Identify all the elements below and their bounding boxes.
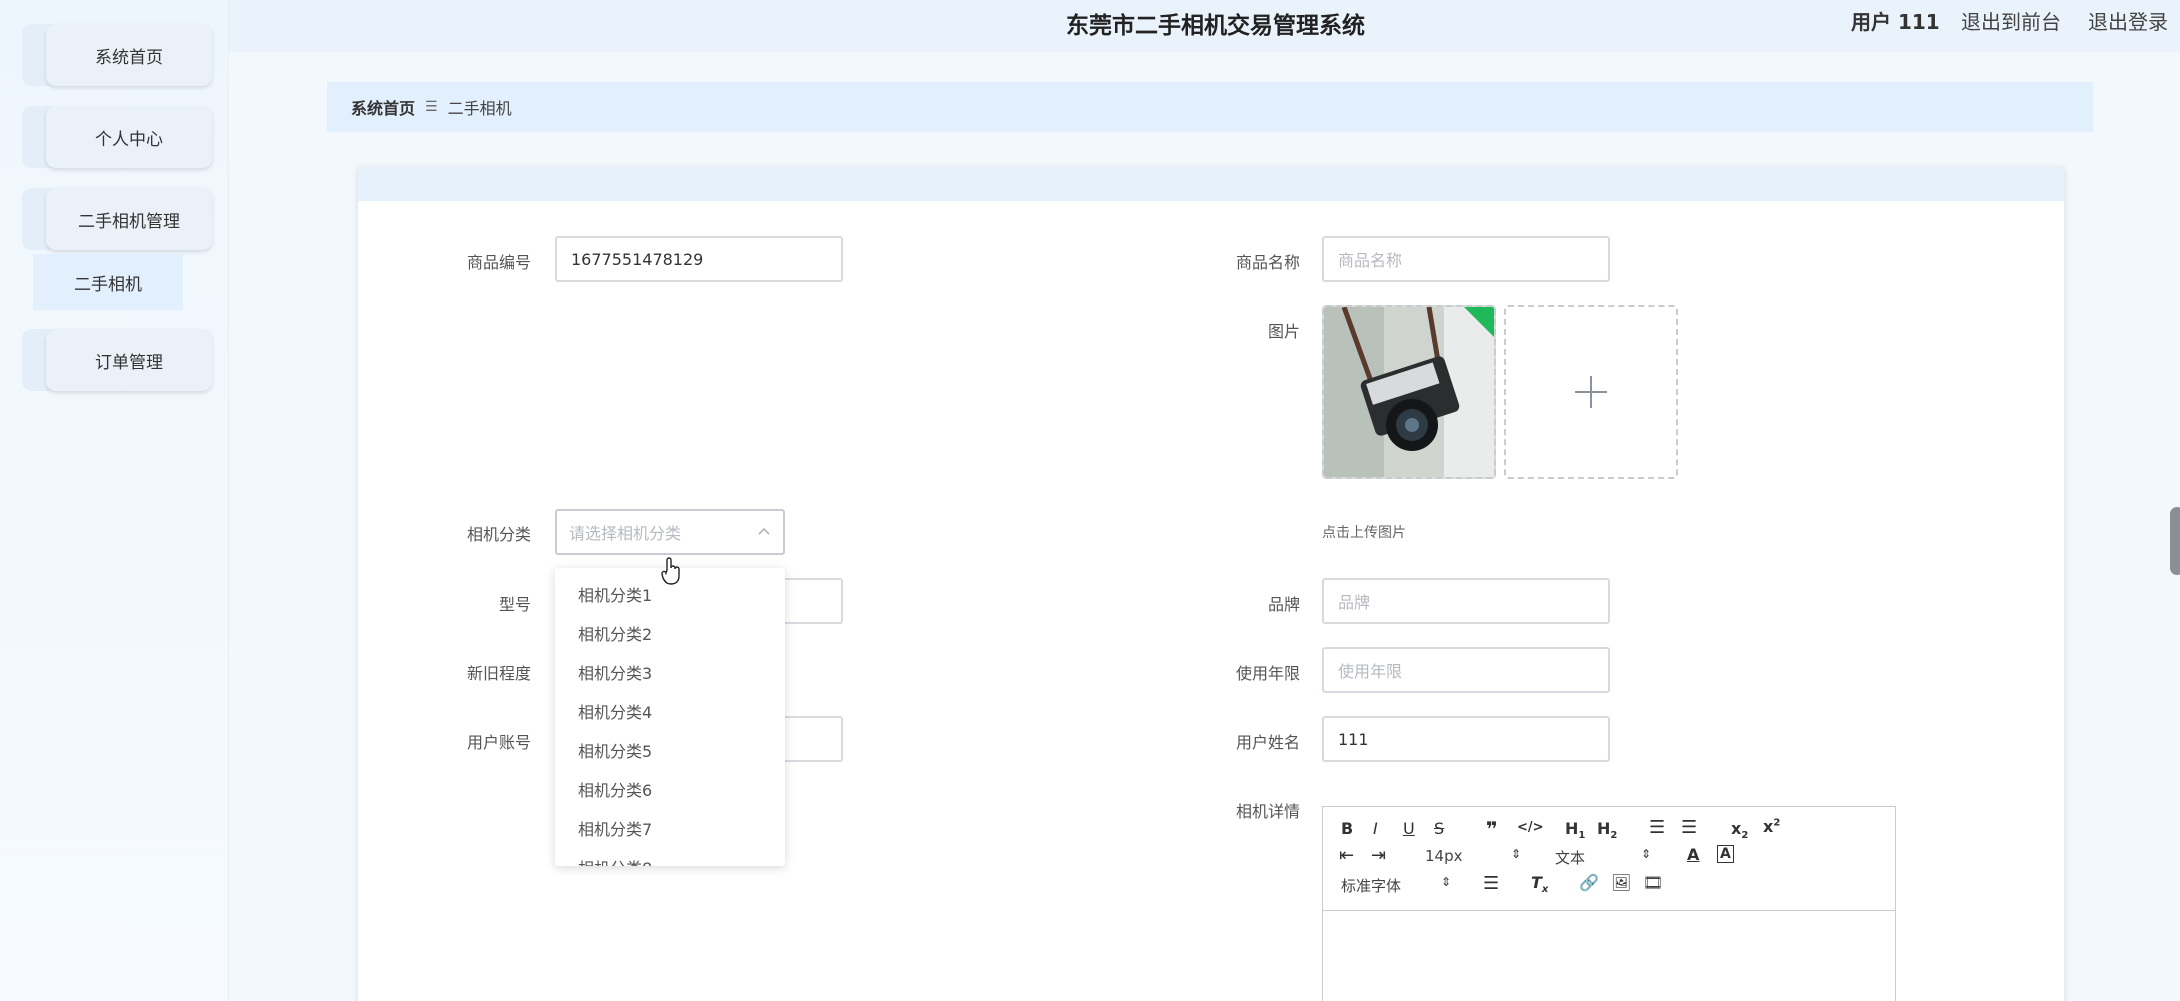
details-editor: B I U S ❞ </> H1 H2 ☰ ☰ x2 x2 ⇤ ⇥ 14px ⇕…	[1322, 806, 1896, 1001]
font-family-select[interactable]: 标准字体	[1341, 875, 1401, 896]
product-no-label: 商品编号	[466, 253, 531, 272]
chevron-up-icon	[758, 527, 770, 535]
upload-hint: 点击上传图片	[1322, 525, 1406, 541]
category-option[interactable]: 相机分类3	[555, 654, 785, 693]
superscript-icon[interactable]: x2	[1763, 817, 1780, 836]
category-option[interactable]: 相机分类4	[555, 693, 785, 732]
category-option[interactable]: 相机分类8	[555, 849, 785, 866]
account-label: 用户账号	[466, 733, 531, 752]
breadcrumb-separator-icon: ☰	[425, 99, 438, 115]
heading2-icon[interactable]: H2	[1597, 819, 1617, 841]
select-arrows-icon: ⇕	[1511, 847, 1522, 861]
page-title: 东莞市二手相机交易管理系统	[1066, 13, 1365, 39]
breadcrumb: 系统首页 ☰ 二手相机	[327, 82, 2093, 132]
clear-format-icon[interactable]: Tx	[1531, 873, 1548, 895]
editor-content-area[interactable]	[1323, 911, 1895, 1001]
bullet-list-icon[interactable]: ☰	[1681, 817, 1697, 838]
italic-icon[interactable]: I	[1373, 819, 1378, 838]
heading1-icon[interactable]: H1	[1565, 819, 1585, 841]
brand-input[interactable]: 品牌	[1322, 578, 1610, 624]
plus-icon	[1575, 376, 1607, 408]
code-icon[interactable]: </>	[1517, 820, 1544, 835]
subscript-icon[interactable]: x2	[1731, 819, 1748, 841]
sidebar-item-orders[interactable]: 订单管理	[46, 329, 212, 391]
upload-image-button[interactable]	[1504, 305, 1678, 479]
select-arrows-icon: ⇕	[1641, 847, 1652, 861]
back-to-front-link[interactable]: 退出到前台	[1961, 6, 2061, 35]
category-select-placeholder: 请选择相机分类	[569, 524, 682, 543]
category-dropdown: 相机分类1 相机分类2 相机分类3 相机分类4 相机分类5 相机分类6 相机分类…	[555, 568, 785, 866]
floating-side-tab[interactable]	[2170, 507, 2180, 575]
username-input[interactable]: 111	[1322, 716, 1610, 762]
image-icon[interactable]: 🖼	[1611, 873, 1631, 892]
category-option[interactable]: 相机分类2	[555, 615, 785, 654]
editor-toolbar: B I U S ❞ </> H1 H2 ☰ ☰ x2 x2 ⇤ ⇥ 14px ⇕…	[1323, 807, 1895, 911]
blockquote-icon[interactable]: ❞	[1486, 817, 1498, 841]
category-label: 相机分类	[466, 525, 531, 544]
condition-label: 新旧程度	[466, 664, 531, 683]
image-label: 图片	[1267, 322, 1300, 341]
category-select[interactable]: 请选择相机分类	[555, 509, 785, 555]
product-name-label: 商品名称	[1235, 253, 1300, 272]
card-header	[358, 167, 2064, 201]
category-option[interactable]: 相机分类7	[555, 810, 785, 849]
font-size-select[interactable]: 14px	[1425, 847, 1463, 865]
camera-photo	[1324, 307, 1494, 477]
category-option[interactable]: 相机分类6	[555, 771, 785, 810]
years-input[interactable]: 使用年限	[1322, 647, 1610, 693]
sidebar-item-camera-management[interactable]: 二手相机管理	[46, 188, 212, 250]
brand-label: 品牌	[1267, 595, 1300, 614]
sidebar: 系统首页 个人中心 二手相机管理 二手相机 订单管理	[0, 0, 229, 1001]
align-left-icon[interactable]: ☰	[1483, 873, 1499, 894]
current-user: 用户 111	[1851, 10, 1940, 34]
background-color-icon[interactable]: A	[1717, 845, 1734, 863]
select-arrows-icon: ⇕	[1441, 875, 1452, 889]
years-label: 使用年限	[1235, 664, 1300, 683]
strike-icon[interactable]: S	[1434, 819, 1444, 838]
bold-icon[interactable]: B	[1341, 819, 1353, 838]
product-no-input[interactable]: 1677551478129	[555, 236, 843, 282]
sidebar-subitem-camera[interactable]: 二手相机	[33, 254, 183, 310]
outdent-icon[interactable]: ⇤	[1339, 845, 1354, 866]
model-label: 型号	[498, 595, 531, 614]
category-option[interactable]: 相机分类5	[555, 732, 785, 771]
link-icon[interactable]: 🔗	[1579, 873, 1599, 892]
sidebar-item-home[interactable]: 系统首页	[46, 24, 212, 86]
details-label: 相机详情	[1235, 802, 1300, 821]
video-icon[interactable]: 🎞	[1643, 873, 1663, 892]
sidebar-item-profile[interactable]: 个人中心	[46, 106, 212, 168]
logout-link[interactable]: 退出登录	[2088, 6, 2168, 35]
indent-icon[interactable]: ⇥	[1371, 845, 1386, 866]
hand-cursor-icon	[661, 557, 680, 585]
font-color-icon[interactable]: A	[1687, 845, 1699, 864]
product-name-input[interactable]: 商品名称	[1322, 236, 1610, 282]
uploaded-camera-image[interactable]	[1322, 305, 1496, 479]
underline-icon[interactable]: U	[1403, 819, 1415, 838]
username-label: 用户姓名	[1235, 733, 1300, 752]
ordered-list-icon[interactable]: ☰	[1649, 817, 1665, 838]
text-type-select[interactable]: 文本	[1555, 847, 1585, 868]
breadcrumb-current: 二手相机	[447, 99, 512, 118]
breadcrumb-home[interactable]: 系统首页	[351, 95, 415, 119]
